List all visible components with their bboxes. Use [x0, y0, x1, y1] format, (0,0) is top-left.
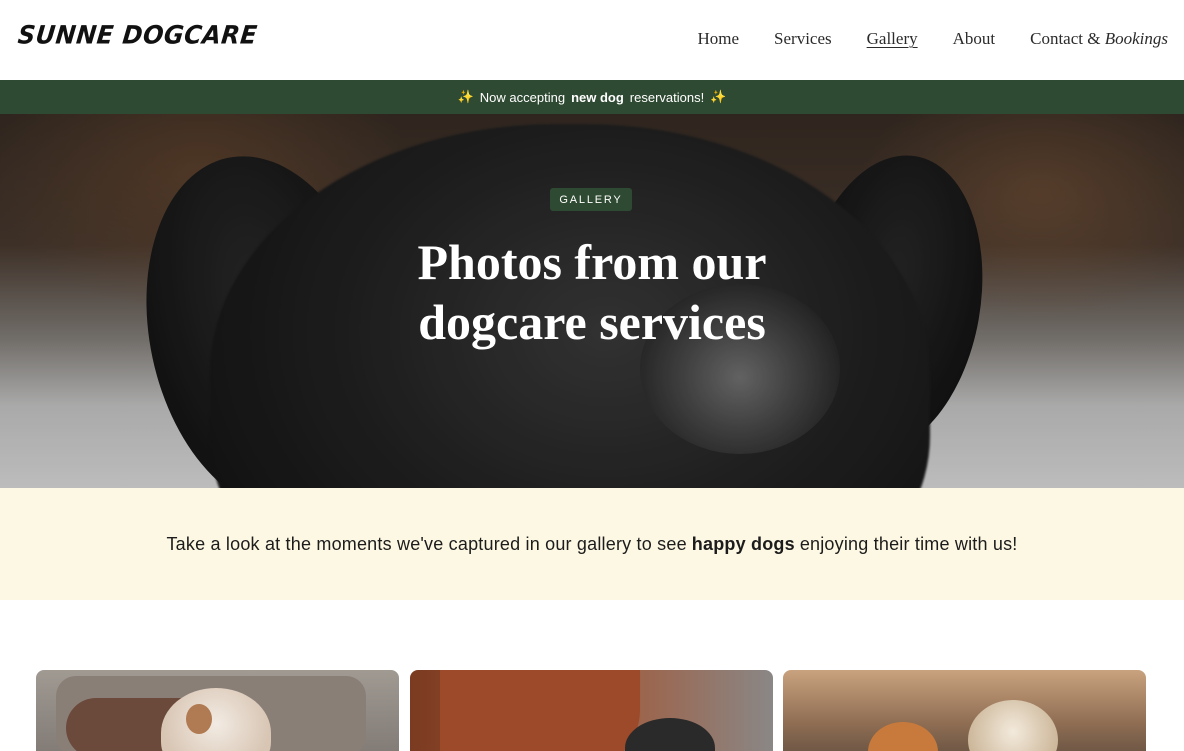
terrier-image [968, 700, 1058, 751]
gallery-card-3[interactable] [783, 670, 1146, 751]
corgi-image [868, 722, 938, 751]
nav-services[interactable]: Services [774, 29, 832, 49]
intro-bold: happy dogs [691, 533, 795, 554]
hero-badge: GALLERY [550, 188, 632, 211]
gallery-card-2[interactable] [410, 670, 773, 751]
announcement-suffix: reservations! [629, 89, 705, 105]
nav-contact-bookings[interactable]: Contact & Bookings [1030, 29, 1168, 49]
page-title: Photos from our dogcare services [417, 234, 767, 350]
announcement-bold: new dog [571, 89, 624, 105]
dog-ear-image-detail [186, 704, 212, 734]
main-nav: Home Services Gallery About Contact & Bo… [662, 29, 1168, 49]
gallery-card-1[interactable] [36, 670, 399, 751]
intro-prefix: Take a look at the moments we've capture… [166, 533, 687, 554]
site-logo[interactable]: Sunne Dogcare [16, 20, 258, 49]
intro-suffix: enjoying their time with us! [799, 533, 1018, 554]
sweater-image-detail [440, 670, 640, 751]
announcement-prefix: Now accepting [479, 89, 566, 105]
intro-band: Take a look at the moments we've capture… [0, 488, 1184, 600]
sparkles-icon: ✨ [710, 89, 727, 104]
nav-contact-label: Contact & [1030, 29, 1105, 48]
nav-home[interactable]: Home [697, 29, 739, 49]
hero-banner: GALLERY Photos from our dogcare services [0, 114, 1184, 488]
site-header: Sunne Dogcare Home Services Gallery Abou… [0, 0, 1184, 80]
nav-gallery[interactable]: Gallery [867, 29, 918, 49]
announcement-bar: ✨ Now accepting new dog reservations! ✨ [0, 80, 1184, 114]
nav-about[interactable]: About [953, 29, 996, 49]
photo-gallery [36, 670, 1146, 751]
nav-bookings-label: Bookings [1104, 29, 1168, 48]
sparkles-icon: ✨ [457, 89, 474, 104]
